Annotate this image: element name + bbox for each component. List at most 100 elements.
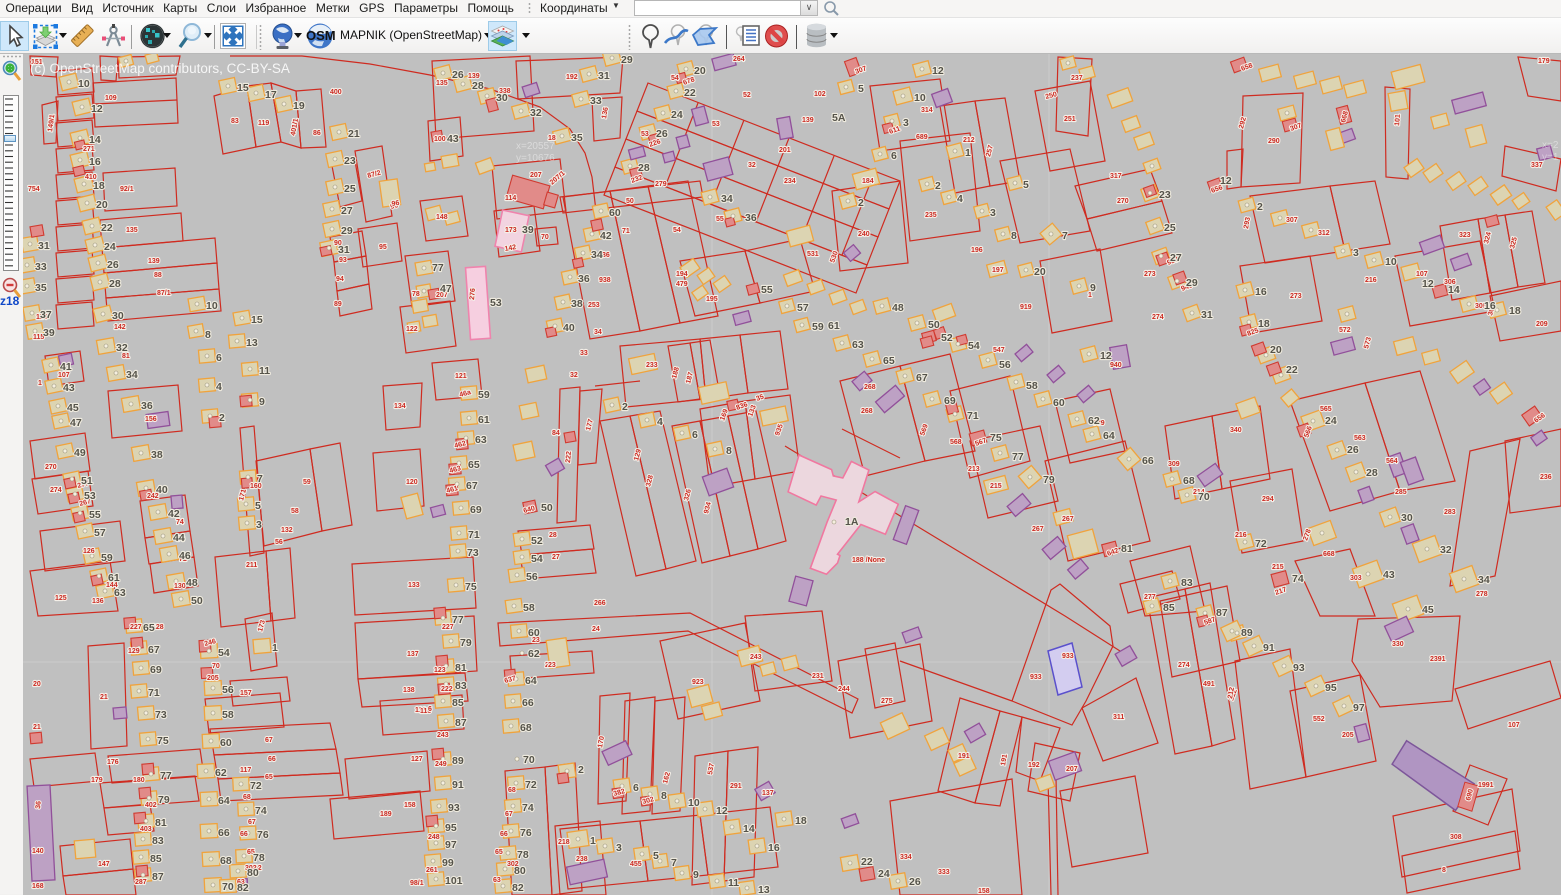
svg-text:66: 66 [500, 831, 508, 838]
svg-text:689: 689 [916, 134, 928, 141]
svg-text:66: 66 [218, 827, 230, 839]
svg-text:100: 100 [434, 136, 446, 143]
svg-text:273: 273 [1290, 293, 1302, 300]
svg-text:54: 54 [218, 647, 230, 659]
svg-text:63: 63 [114, 587, 126, 599]
svg-text:668: 668 [1323, 551, 1335, 558]
svg-text:89: 89 [452, 755, 464, 767]
svg-text:34: 34 [594, 329, 602, 336]
svg-text:268: 268 [861, 408, 873, 415]
svg-text:55: 55 [716, 216, 724, 223]
svg-text:24: 24 [878, 868, 890, 880]
svg-text:919: 919 [1020, 304, 1032, 311]
svg-text:85: 85 [452, 697, 464, 709]
svg-text:53: 53 [641, 131, 649, 138]
svg-text:87: 87 [1216, 607, 1228, 619]
svg-text:264: 264 [733, 56, 745, 63]
svg-text:209: 209 [1536, 321, 1548, 328]
svg-text:2: 2 [219, 412, 225, 424]
svg-text:57: 57 [94, 527, 106, 539]
svg-text:244: 244 [838, 686, 850, 693]
svg-text:8: 8 [205, 329, 211, 341]
svg-text:192: 192 [1028, 762, 1040, 769]
svg-text:39: 39 [522, 224, 534, 236]
svg-text:21: 21 [33, 724, 41, 731]
svg-text:231: 231 [812, 673, 824, 680]
svg-text:24: 24 [1325, 415, 1337, 427]
svg-text:48: 48 [186, 577, 198, 589]
svg-text:32: 32 [570, 372, 578, 379]
svg-text:137: 137 [407, 651, 419, 658]
svg-text:48: 48 [892, 302, 904, 314]
svg-text:75: 75 [157, 735, 169, 747]
svg-text:32: 32 [116, 342, 128, 354]
svg-text:67: 67 [148, 644, 160, 656]
svg-text:91: 91 [1263, 642, 1275, 654]
svg-text:7: 7 [1062, 230, 1068, 242]
svg-text:70: 70 [222, 881, 234, 893]
svg-text:18: 18 [1258, 318, 1270, 330]
svg-text:68: 68 [520, 722, 532, 734]
svg-text:212: 212 [963, 137, 975, 144]
svg-text:1991: 1991 [1478, 782, 1494, 789]
svg-text:312: 312 [1318, 230, 1330, 237]
svg-text:176: 176 [107, 759, 119, 766]
svg-text:99: 99 [442, 857, 454, 869]
svg-text:36: 36 [141, 400, 153, 412]
svg-text:189: 189 [380, 811, 392, 818]
svg-text:93: 93 [1293, 662, 1305, 674]
svg-text:3: 3 [1353, 247, 1359, 259]
svg-text:23: 23 [1159, 189, 1171, 201]
svg-text:58: 58 [222, 709, 234, 721]
svg-text:120: 120 [406, 479, 418, 486]
svg-text:8: 8 [661, 790, 667, 802]
svg-text:68: 68 [220, 855, 232, 867]
svg-text:18: 18 [1509, 305, 1521, 317]
svg-text:27: 27 [341, 205, 353, 217]
svg-text:5: 5 [255, 500, 261, 512]
svg-text:157: 157 [240, 690, 252, 697]
svg-text:30: 30 [112, 310, 124, 322]
svg-text:27: 27 [552, 554, 560, 561]
svg-text:77: 77 [160, 770, 172, 782]
svg-text:81: 81 [455, 662, 467, 674]
svg-text:67: 67 [916, 372, 928, 384]
svg-text:216: 216 [1365, 277, 1377, 284]
svg-text:26: 26 [1347, 444, 1359, 456]
svg-text:16: 16 [1484, 300, 1496, 312]
svg-text:107: 107 [1508, 722, 1520, 729]
svg-text:197: 197 [992, 267, 1004, 274]
svg-text:76: 76 [520, 827, 532, 839]
svg-text:40: 40 [156, 484, 168, 496]
svg-text:6: 6 [428, 706, 432, 713]
svg-text:123: 123 [434, 667, 446, 674]
svg-text:75: 75 [990, 432, 1002, 444]
svg-text:267: 267 [1062, 516, 1074, 523]
svg-text:222: 222 [565, 451, 573, 463]
svg-text:56: 56 [222, 684, 234, 696]
svg-text:139: 139 [148, 258, 160, 265]
svg-text:5: 5 [858, 83, 864, 95]
svg-text:42: 42 [600, 230, 612, 242]
svg-text:191: 191 [958, 753, 970, 760]
svg-text:12: 12 [91, 103, 103, 115]
svg-text:84: 84 [552, 430, 560, 437]
svg-text:6: 6 [633, 782, 639, 794]
svg-text:20: 20 [694, 65, 706, 77]
svg-text:8: 8 [1442, 867, 1446, 874]
svg-text:271: 271 [83, 146, 95, 153]
svg-text:94: 94 [336, 276, 344, 283]
svg-text:274: 274 [50, 487, 62, 494]
svg-text:117: 117 [240, 767, 251, 774]
svg-text:6: 6 [891, 150, 897, 162]
svg-text:6: 6 [216, 352, 222, 364]
svg-text:139: 139 [802, 117, 814, 124]
svg-text:68: 68 [1183, 475, 1195, 487]
svg-text:403: 403 [140, 826, 152, 833]
svg-text:1A: 1A [845, 516, 859, 528]
svg-text:10: 10 [1385, 256, 1397, 268]
svg-text:67: 67 [265, 737, 273, 744]
svg-text:34: 34 [721, 193, 733, 205]
svg-text:58: 58 [1026, 380, 1038, 392]
svg-text:66: 66 [1142, 455, 1154, 467]
